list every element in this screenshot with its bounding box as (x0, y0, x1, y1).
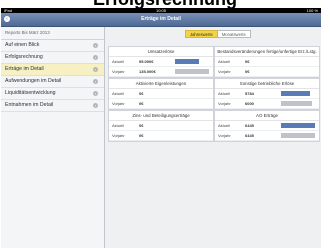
chevron-right-icon: › (93, 103, 98, 108)
row-value: 6000 (245, 101, 254, 106)
row-label: Aktuell (218, 123, 231, 128)
sidebar-item-auf-einen-blick[interactable]: Auf einen Blick › (1, 40, 104, 52)
row-value: 0€ (139, 101, 144, 106)
current-year-bar (281, 123, 315, 128)
row-label: Vorjahr (112, 133, 125, 138)
period-segmented-control: Jahreswerte Monatswerte (185, 30, 251, 38)
row-value: 6445 (245, 133, 254, 138)
ipad-screen: iPad 10:05 100 % ‹ Erträge im Detail Rep… (1, 8, 321, 248)
chevron-right-icon: › (93, 91, 98, 96)
row-label: Vorjahr (218, 69, 231, 74)
panel-title: Sonstige betriebliche Erlöse (215, 79, 319, 89)
row-value: 6445 (245, 123, 254, 128)
sidebar-item-label: Aufwendungen im Detail (5, 78, 62, 84)
current-year-bar (175, 59, 199, 64)
panel-row: Vorjahr 0€ (109, 131, 213, 141)
sidebar-item-erfolgsrechnung[interactable]: Erfolgsrechnung › (1, 52, 104, 64)
nav-title: Erträge im Detail (141, 16, 181, 22)
row-label: Vorjahr (112, 101, 125, 106)
sidebar-item-label: Entnahmen im Detail (5, 102, 54, 108)
row-value: 0€ (245, 69, 250, 74)
panel-row: Aktuell 0€ (109, 121, 213, 131)
panel-row: Vorjahr 6445 (215, 131, 319, 141)
navigation-bar: ‹ Erträge im Detail (1, 13, 321, 27)
revenue-panel: Zins- und Beteiligungserträge Aktuell 0€ Vo… (108, 110, 214, 142)
panel-row: Aktuell 0€ (215, 57, 319, 67)
sidebar-item-ertraege-im-detail[interactable]: Erträge im Detail › (1, 64, 104, 76)
revenue-panel: AO Erträge Aktuell 6445 Vorjahr 6445 (214, 110, 320, 142)
panel-title: Zins- und Beteiligungserträge (109, 111, 213, 121)
row-label: Aktuell (112, 91, 125, 96)
sidebar-item-label: Liquiditätsentwicklung (5, 90, 56, 96)
row-label: Vorjahr (218, 133, 231, 138)
detail-content: Jahreswerte Monatswerte Umsatzerlöse Aktu… (105, 27, 321, 248)
panel-title: AO Erträge (215, 111, 319, 121)
sidebar-item-aufwendungen-im-detail[interactable]: Aufwendungen im Detail › (1, 76, 104, 88)
panel-row: Vorjahr 6000 (215, 99, 319, 109)
row-value: 0€ (139, 91, 144, 96)
panel-row: Aktuell 95.000€ (109, 57, 213, 67)
row-value: 0€ (245, 59, 250, 64)
panel-row: Aktuell 5784 (215, 89, 319, 99)
row-label: Aktuell (218, 59, 231, 64)
revenue-panel: Bestandsveränderungen fertige/unfertige … (214, 46, 320, 78)
chevron-right-icon: › (93, 43, 98, 48)
panel-title: Umsatzerlöse (109, 47, 213, 57)
chevron-right-icon: › (93, 79, 98, 84)
sidebar-item-label: Auf einen Blick (5, 42, 40, 48)
sidebar-header: Reports Bis März 2013 (1, 27, 104, 40)
tab-jahreswerte[interactable]: Jahreswerte (185, 30, 218, 38)
revenue-panel: Aktivierte Eigenleistungen Aktuell 0€ Vorja… (108, 78, 214, 110)
sidebar-item-label: Erträge im Detail (5, 66, 44, 72)
sidebar-item-liquiditaetsentwicklung[interactable]: Liquiditätsentwicklung › (1, 88, 104, 100)
sidebar: Reports Bis März 2013 Auf einen Blick › … (1, 27, 105, 248)
row-label: Aktuell (112, 59, 125, 64)
revenue-panel: Sonstige betriebliche Erlöse Aktuell 5784 V… (214, 78, 320, 110)
row-label: Aktuell (218, 91, 231, 96)
chevron-right-icon: › (93, 67, 98, 72)
row-value: 95.000€ (139, 59, 154, 64)
sidebar-item-entnahmen-im-detail[interactable]: Entnahmen im Detail › (1, 100, 104, 112)
tab-monatswerte[interactable]: Monatswerte (217, 30, 251, 38)
panel-title: Aktivierte Eigenleistungen (109, 79, 213, 89)
panel-row: Aktuell 6445 (215, 121, 319, 131)
revenue-panel: Umsatzerlöse Aktuell 95.000€ Vorjahr 135.000… (108, 46, 214, 78)
row-label: Aktuell (112, 123, 125, 128)
previous-year-bar (281, 101, 312, 106)
panel-title: Bestandsveränderungen fertige/unfertige … (215, 47, 319, 57)
row-label: Vorjahr (112, 69, 125, 74)
row-label: Vorjahr (218, 101, 231, 106)
chevron-right-icon: › (93, 55, 98, 60)
current-year-bar (281, 91, 310, 96)
panel-row: Aktuell 0€ (109, 89, 213, 99)
panel-row: Vorjahr 135.000€ (109, 67, 213, 77)
row-value: 5784 (245, 91, 254, 96)
previous-year-bar (175, 69, 209, 74)
row-value: 135.000€ (139, 69, 156, 74)
row-value: 0€ (139, 133, 144, 138)
panel-row: Vorjahr 0€ (215, 67, 319, 77)
row-value: 0€ (139, 123, 144, 128)
sidebar-item-label: Erfolgsrechnung (5, 54, 43, 60)
panel-row: Vorjahr 0€ (109, 99, 213, 109)
previous-year-bar (281, 133, 315, 138)
